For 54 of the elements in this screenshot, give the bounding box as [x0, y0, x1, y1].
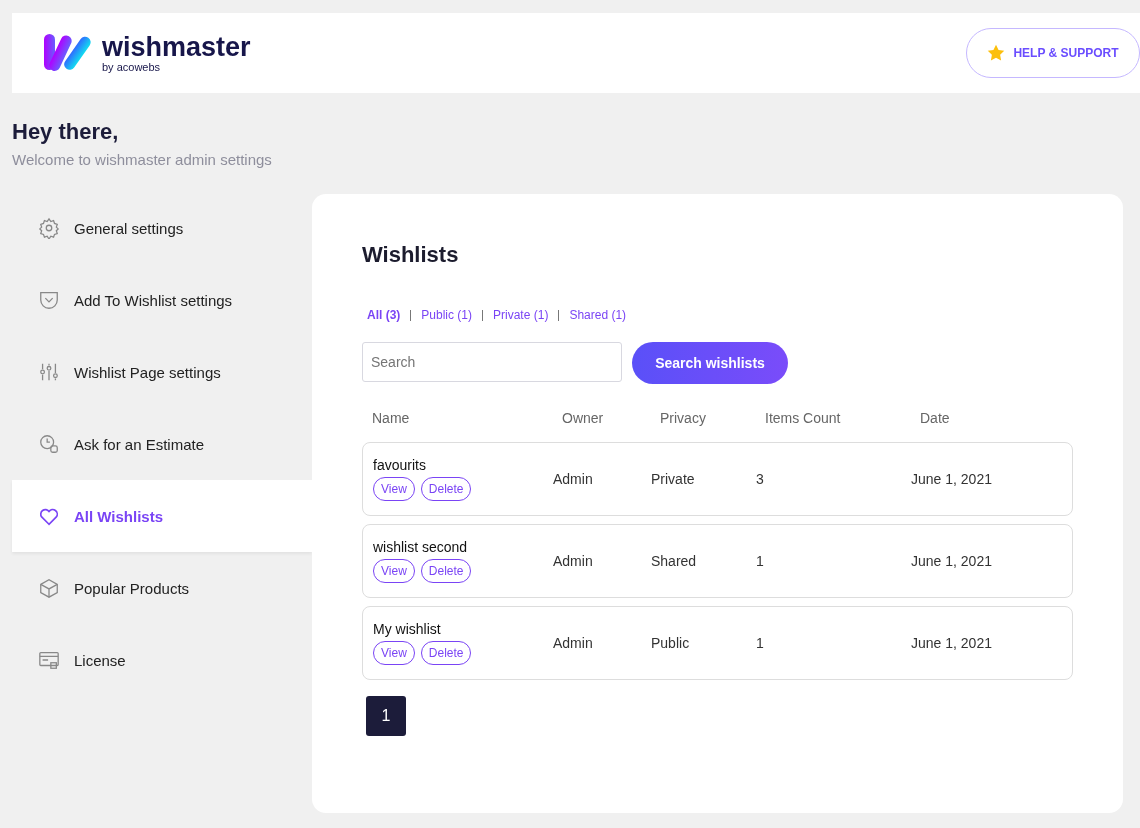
- brand-byline: by acowebs: [102, 61, 162, 73]
- privacy-cell-text: Public: [651, 635, 691, 651]
- page-button[interactable]: 1: [366, 696, 406, 736]
- items-count-cell-text: 3: [756, 471, 765, 487]
- date-cell-text: June 1, 2021: [911, 635, 993, 651]
- privacy-cell-text: Private: [651, 471, 696, 487]
- license-icon: [38, 649, 60, 671]
- action-button[interactable]: View: [373, 477, 415, 501]
- sidebar-item[interactable]: General settings: [12, 192, 312, 264]
- star-icon: [987, 44, 1006, 62]
- owner-cell-text: Admin: [553, 471, 594, 487]
- search-button[interactable]: Search wishlists: [632, 342, 788, 384]
- column-header: Items Count: [764, 409, 842, 428]
- estimate-icon: [38, 433, 60, 455]
- gear-icon: [38, 217, 60, 239]
- sidebar-item[interactable]: Add To Wishlist settings: [12, 264, 312, 336]
- wishlist-name: favourits: [373, 457, 427, 473]
- items-count-cell-text: 1: [756, 553, 765, 569]
- greeting-subtitle: Welcome to wishmaster admin settings: [12, 151, 273, 168]
- action-button[interactable]: View: [373, 559, 415, 583]
- greeting-title: Hey there,: [12, 119, 120, 145]
- sidebar-item[interactable]: Ask for an Estimate: [12, 408, 312, 480]
- action-button[interactable]: Delete: [420, 641, 472, 665]
- help-support-button[interactable]: HELP & SUPPORT: [966, 28, 1140, 78]
- owner-cell-text: Admin: [553, 635, 594, 651]
- box-icon: [38, 577, 60, 599]
- owner-cell-text: Admin: [553, 553, 594, 569]
- filter-link[interactable]: All (3): [367, 308, 401, 322]
- wishlist-name: My wishlist: [373, 621, 442, 637]
- action-button[interactable]: Delete: [420, 559, 472, 583]
- sliders-icon: [38, 361, 60, 383]
- logo-icon: [44, 34, 92, 72]
- column-header: Owner: [561, 409, 605, 428]
- column-header: Date: [919, 409, 951, 428]
- brand-name: wishmaster: [102, 33, 251, 61]
- date-cell-text: June 1, 2021: [911, 553, 993, 569]
- sidebar-item[interactable]: Popular Products: [12, 552, 312, 624]
- privacy-cell-text: Shared: [651, 553, 698, 569]
- search-field[interactable]: Search: [362, 342, 622, 382]
- items-count-cell-text: 1: [756, 635, 765, 651]
- pocket-icon: [38, 289, 60, 311]
- filter-link[interactable]: Private (1): [493, 308, 549, 322]
- filter-link[interactable]: Public (1): [421, 308, 473, 322]
- action-button[interactable]: Delete: [420, 477, 472, 501]
- wishlist-name: wishlist second: [373, 539, 469, 555]
- date-cell-text: June 1, 2021: [911, 471, 993, 487]
- filter-link[interactable]: Shared (1): [569, 308, 627, 322]
- sidebar-item[interactable]: License: [12, 624, 312, 696]
- action-button[interactable]: View: [373, 641, 415, 665]
- column-header: Privacy: [659, 409, 707, 428]
- panel-title: Wishlists: [362, 242, 460, 268]
- sidebar-item[interactable]: All Wishlists: [12, 480, 312, 552]
- sidebar-item[interactable]: Wishlist Page settings: [12, 336, 312, 408]
- column-header: Name: [371, 409, 411, 428]
